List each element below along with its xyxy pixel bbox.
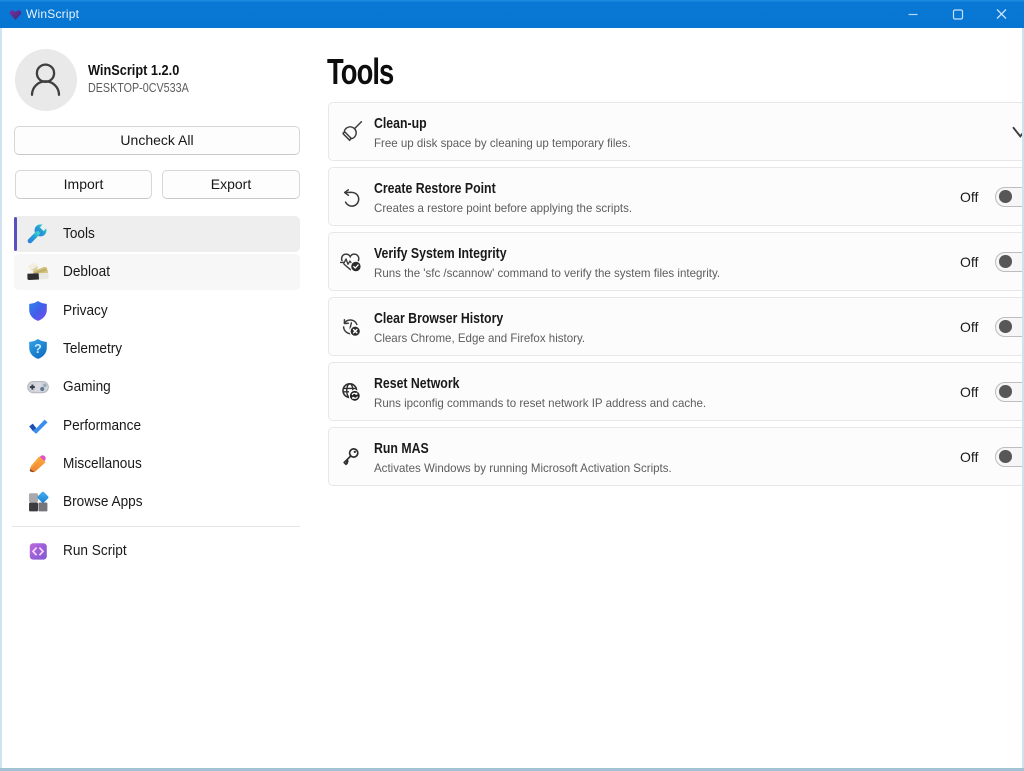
svg-text:?: ? [34, 342, 42, 356]
